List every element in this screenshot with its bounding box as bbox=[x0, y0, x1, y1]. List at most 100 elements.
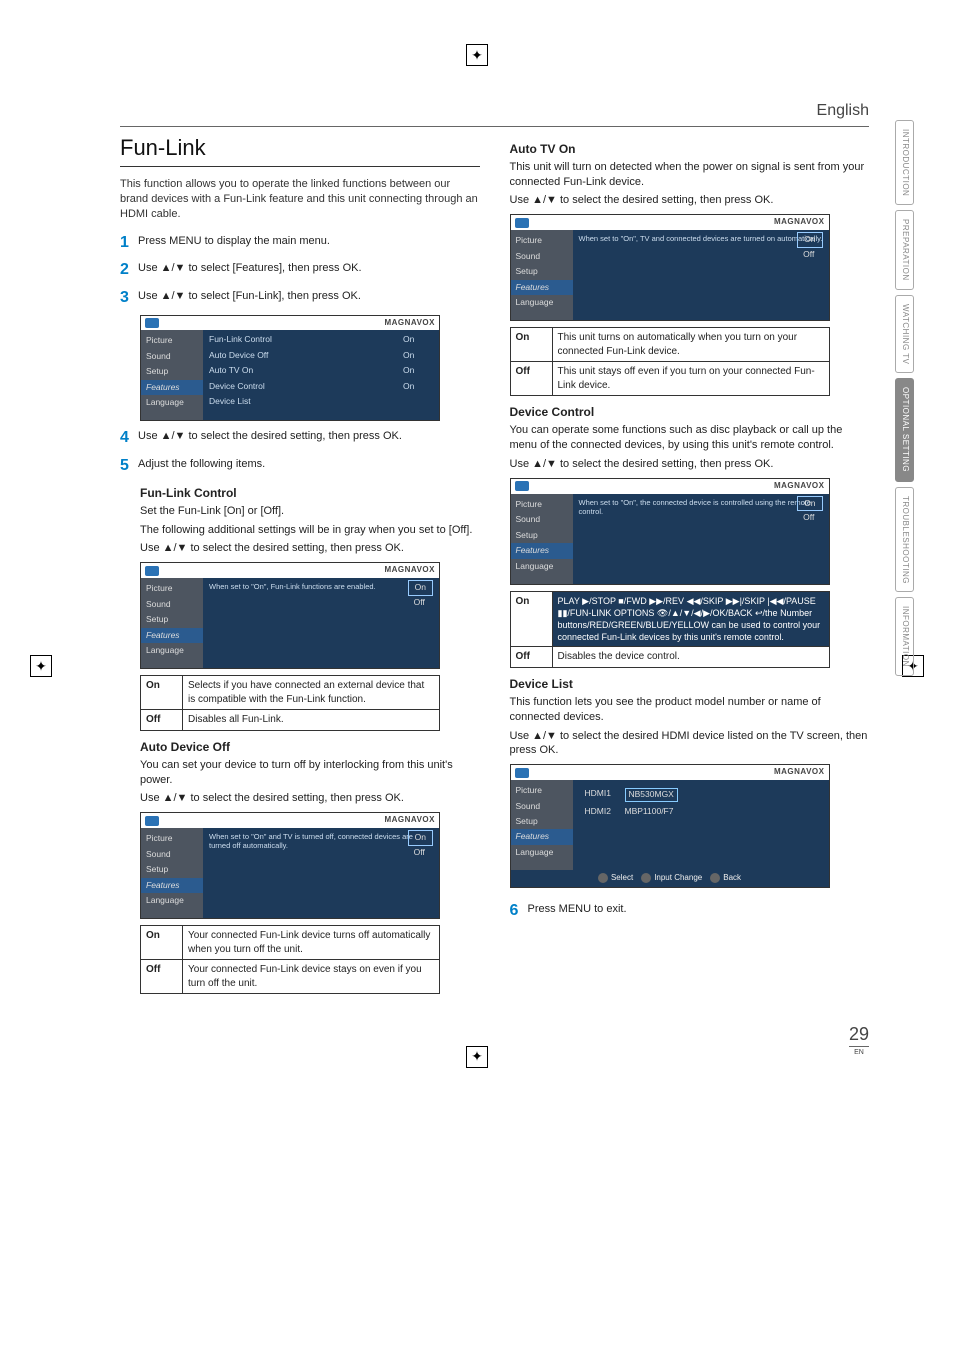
funlink-control-head: Fun-Link Control bbox=[140, 485, 480, 501]
menu-item: Language bbox=[141, 893, 203, 908]
bottom-label: Back bbox=[723, 873, 741, 884]
auto-tv-on-table: OnThis unit turns on automatically when … bbox=[510, 327, 830, 396]
table-label: On bbox=[510, 328, 552, 362]
tab-watching-tv: WATCHING TV bbox=[895, 295, 914, 373]
table-label: Off bbox=[141, 960, 183, 994]
step-5: Adjust the following items. bbox=[138, 455, 480, 472]
menu-item: Language bbox=[511, 559, 573, 574]
setting-description: When set to "On", the connected device i… bbox=[573, 494, 829, 520]
device-list-head: Device List bbox=[510, 676, 870, 692]
menu-item: Language bbox=[141, 395, 203, 410]
table-desc: Disables all Fun-Link. bbox=[183, 710, 440, 731]
device-control-table: OnPLAY ▶/STOP ■/FWD ▶▶/REV ◀◀/SKIP ▶▶|/S… bbox=[510, 591, 830, 668]
menu-item-active: Features bbox=[511, 543, 573, 558]
setting-label: Device List bbox=[209, 396, 403, 407]
menu-item: Setup bbox=[141, 862, 203, 877]
option-off: Off bbox=[408, 596, 433, 609]
tv-logo-icon bbox=[145, 318, 159, 328]
tab-introduction: INTRODUCTION bbox=[895, 120, 914, 205]
option-off: Off bbox=[408, 846, 433, 859]
menu-item: Language bbox=[141, 643, 203, 658]
tv-logo-icon bbox=[515, 481, 529, 491]
brand-label: MAGNAVOX bbox=[384, 318, 435, 329]
table-label: Off bbox=[141, 710, 183, 731]
brand-label: MAGNAVOX bbox=[774, 481, 825, 492]
option-on: On bbox=[797, 496, 822, 511]
menu-item: Picture bbox=[511, 233, 573, 248]
body-text: Use ▲/▼ to select the desired setting, t… bbox=[510, 457, 870, 472]
menu-item: Setup bbox=[511, 264, 573, 279]
table-label: On bbox=[510, 591, 552, 647]
menu-item-active: Features bbox=[141, 628, 203, 643]
back-icon bbox=[710, 873, 720, 883]
brand-label: MAGNAVOX bbox=[774, 217, 825, 228]
setting-value: On bbox=[403, 365, 433, 376]
table-desc: This unit stays off even if you turn on … bbox=[552, 362, 829, 396]
table-desc: This unit turns on automatically when yo… bbox=[552, 328, 829, 362]
auto-device-off-table: OnYour connected Fun-Link device turns o… bbox=[140, 925, 440, 994]
menu-item-active: Features bbox=[141, 878, 203, 893]
menu-item: Sound bbox=[141, 349, 203, 364]
menu-screenshot-auto-tv-on: MAGNAVOX Picture Sound Setup Features La… bbox=[510, 214, 830, 321]
setting-label: Auto TV On bbox=[209, 365, 403, 376]
menu-item: Sound bbox=[511, 249, 573, 264]
table-label: On bbox=[141, 926, 183, 960]
table-desc: Your connected Fun-Link device turns off… bbox=[183, 926, 440, 960]
section-tabs: INTRODUCTION PREPARATION WATCHING TV OPT… bbox=[895, 120, 914, 676]
brand-label: MAGNAVOX bbox=[384, 565, 435, 576]
funlink-control-table: OnSelects if you have connected an exter… bbox=[140, 675, 440, 731]
device-model: NB530MGX bbox=[625, 788, 678, 801]
menu-item: Sound bbox=[511, 512, 573, 527]
setting-description: When set to "On" and TV is turned off, c… bbox=[203, 828, 439, 854]
brand-label: MAGNAVOX bbox=[774, 767, 825, 778]
step-number: 4 bbox=[120, 427, 138, 449]
body-text: This unit will turn on detected when the… bbox=[510, 160, 870, 190]
body-text: Use ▲/▼ to select the desired setting, t… bbox=[140, 791, 480, 806]
body-text: Set the Fun-Link [On] or [Off]. bbox=[140, 504, 480, 519]
table-label: Off bbox=[510, 647, 552, 668]
auto-device-off-head: Auto Device Off bbox=[140, 739, 480, 755]
body-text: Use ▲/▼ to select the desired HDMI devic… bbox=[510, 729, 870, 759]
step-2: Use ▲/▼ to select [Features], then press… bbox=[138, 259, 480, 276]
step-number: 1 bbox=[120, 232, 138, 254]
menu-screenshot-device-control: MAGNAVOX Picture Sound Setup Features La… bbox=[510, 478, 830, 585]
tab-information: INFORMATION bbox=[895, 597, 914, 676]
setting-description: When set to "On", Fun-Link functions are… bbox=[203, 578, 439, 595]
page-number-lang: EN bbox=[849, 1046, 869, 1057]
table-desc: Your connected Fun-Link device stays on … bbox=[183, 960, 440, 994]
setting-value: On bbox=[403, 334, 433, 345]
menu-item-active: Features bbox=[511, 280, 573, 295]
menu-item: Language bbox=[511, 295, 573, 310]
body-text: Use ▲/▼ to select the desired setting, t… bbox=[140, 541, 480, 556]
setting-value bbox=[403, 396, 433, 407]
brand-label: MAGNAVOX bbox=[384, 815, 435, 826]
option-on: On bbox=[408, 580, 433, 595]
setting-description: When set to "On", TV and connected devic… bbox=[573, 230, 829, 247]
hdmi-port: HDMI1 bbox=[585, 788, 625, 801]
body-text: You can operate some functions such as d… bbox=[510, 423, 870, 453]
option-off: Off bbox=[797, 511, 822, 524]
language-header: English bbox=[120, 100, 869, 127]
body-text: You can set your device to turn off by i… bbox=[140, 758, 480, 788]
option-on: On bbox=[797, 232, 822, 247]
menu-item: Setup bbox=[141, 612, 203, 627]
step-number: 2 bbox=[120, 259, 138, 281]
menu-item-active: Features bbox=[511, 829, 573, 844]
bottom-label: Select bbox=[611, 873, 633, 884]
tab-preparation: PREPARATION bbox=[895, 210, 914, 290]
menu-item: Sound bbox=[141, 597, 203, 612]
auto-tv-on-head: Auto TV On bbox=[510, 141, 870, 157]
menu-item: Picture bbox=[141, 581, 203, 596]
table-label: Off bbox=[510, 362, 552, 396]
body-text: The following additional settings will b… bbox=[140, 523, 480, 538]
step-3: Use ▲/▼ to select [Fun-Link], then press… bbox=[138, 287, 480, 304]
menu-screenshot-funlink-control: MAGNAVOX Picture Sound Setup Features La… bbox=[140, 562, 440, 669]
menu-item: Picture bbox=[511, 783, 573, 798]
menu-screenshot-device-list: MAGNAVOX Picture Sound Setup Features La… bbox=[510, 764, 830, 888]
menu-item: Language bbox=[511, 845, 573, 860]
option-off: Off bbox=[797, 248, 822, 261]
section-title: Fun-Link bbox=[120, 133, 480, 168]
step-1: Press MENU to display the main menu. bbox=[138, 232, 480, 249]
setting-value: On bbox=[403, 381, 433, 392]
menu-item: Sound bbox=[141, 847, 203, 862]
